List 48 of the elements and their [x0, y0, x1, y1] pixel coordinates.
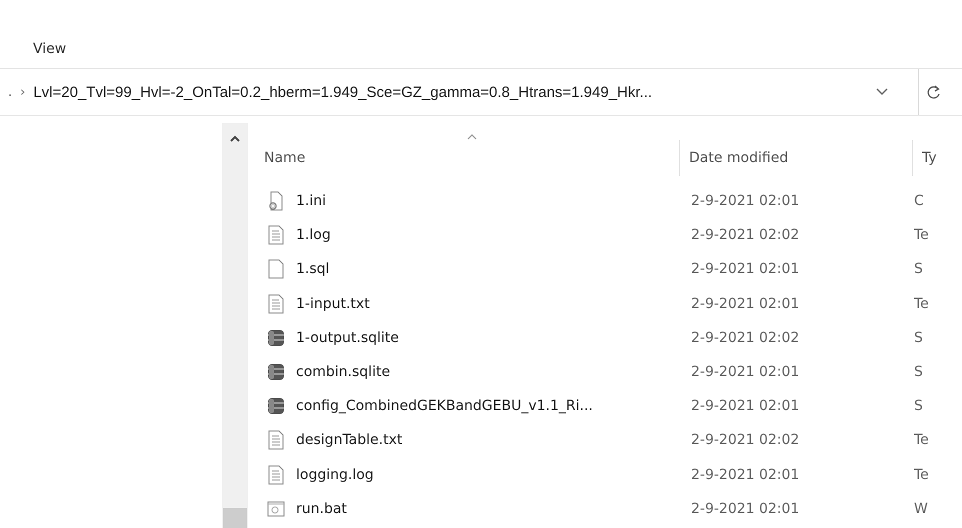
- text-file-icon: [266, 225, 286, 246]
- database-icon: [266, 328, 286, 348]
- file-name[interactable]: run.bat: [296, 500, 347, 517]
- column-header[interactable]: Ty: [922, 150, 937, 166]
- date-cell: 2-9-2021 02:02: [691, 330, 800, 346]
- file-name[interactable]: 1-output.sqlite: [296, 330, 399, 346]
- type-cell: S: [914, 364, 923, 380]
- file-icon: [266, 259, 286, 280]
- file-name[interactable]: 1.log: [296, 227, 331, 244]
- chevron-down-icon[interactable]: [876, 88, 888, 96]
- file-name[interactable]: 1.ini: [296, 193, 326, 210]
- date-cell: 2-9-2021 02:01: [691, 296, 800, 312]
- menu-item[interactable]: View: [33, 41, 66, 57]
- text-file-icon: [266, 430, 286, 450]
- column-header[interactable]: Date modified: [689, 150, 788, 166]
- type-cell: S: [914, 330, 923, 346]
- column-header[interactable]: Name: [264, 150, 306, 166]
- type-cell: W: [914, 500, 928, 517]
- date-cell: 2-9-2021 02:02: [691, 432, 800, 448]
- date-cell: 2-9-2021 02:01: [691, 500, 800, 517]
- scrollbar[interactable]: [222, 123, 248, 528]
- scroll-thumb[interactable]: [223, 508, 247, 528]
- type-cell: Te: [914, 466, 929, 483]
- type-cell: Te: [914, 432, 929, 448]
- type-cell: S: [914, 261, 923, 278]
- file-name[interactable]: combin.sqlite: [296, 364, 390, 380]
- text-file-icon: [266, 464, 286, 485]
- type-cell: Te: [914, 227, 929, 244]
- date-cell: 2-9-2021 02:01: [691, 364, 800, 380]
- text-file-icon: [266, 294, 286, 314]
- date-cell: 2-9-2021 02:01: [691, 466, 800, 483]
- file-name[interactable]: config_CombinedGEKBandGEBU_v1.1_Ri...: [296, 398, 593, 414]
- database-icon: [266, 396, 286, 416]
- type-cell: S: [914, 398, 923, 414]
- type-cell: C: [914, 193, 924, 210]
- file-name[interactable]: 1.sql: [296, 261, 330, 278]
- date-cell: 2-9-2021 02:01: [691, 193, 800, 210]
- file-name[interactable]: designTable.txt: [296, 432, 402, 448]
- address-bar[interactable]: . › Lvl=20_Tvl=99_Hvl=-2_OnTal=0.2_hberm=1.949_Sce=GZ_gamma=0.8_Htrans=1.949_Hkr...: [0, 69, 876, 115]
- database-icon: [266, 362, 286, 382]
- file-name[interactable]: logging.log: [296, 466, 374, 483]
- type-cell: Te: [914, 296, 929, 312]
- scroll-up-icon[interactable]: [230, 135, 240, 142]
- refresh-icon[interactable]: [927, 84, 941, 100]
- file-name[interactable]: 1-input.txt: [296, 296, 370, 312]
- date-cell: 2-9-2021 02:01: [691, 398, 800, 414]
- date-cell: 2-9-2021 02:02: [691, 227, 800, 244]
- date-cell: 2-9-2021 02:01: [691, 261, 800, 278]
